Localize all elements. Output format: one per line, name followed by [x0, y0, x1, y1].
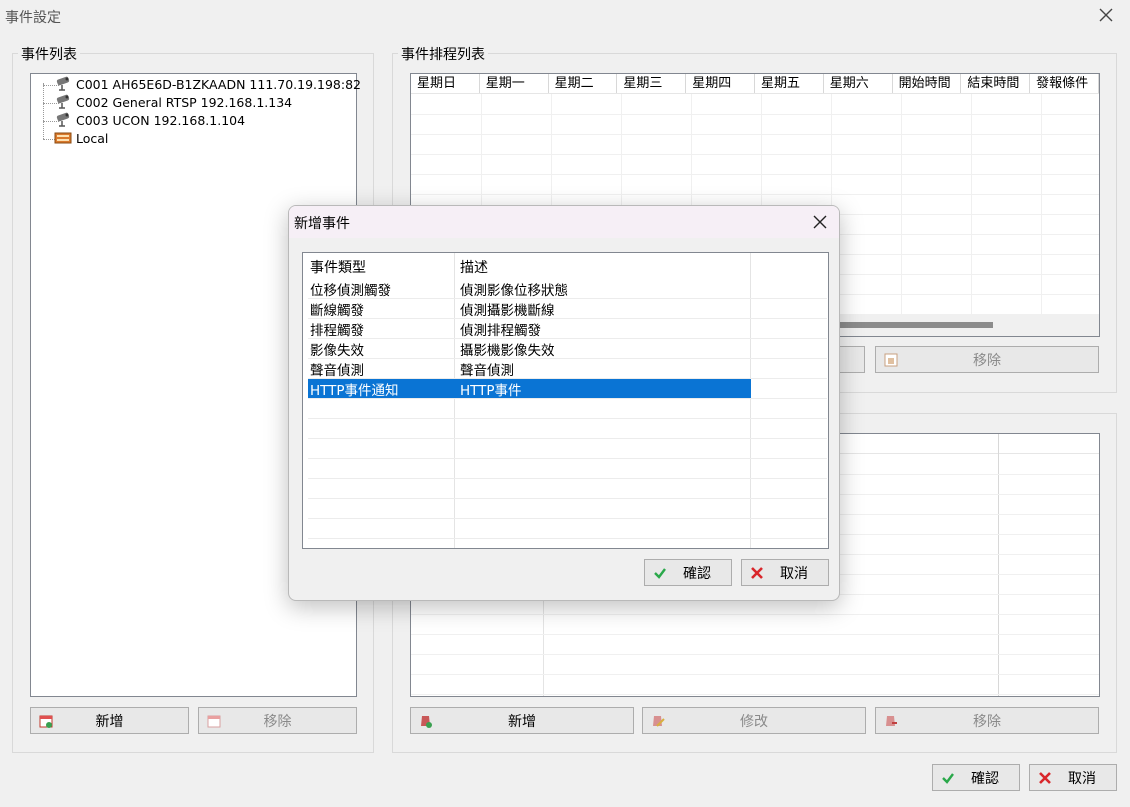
camera-icon [56, 94, 70, 109]
event-desc-cell: 偵測排程觸發 [460, 323, 541, 339]
event-type-row[interactable]: HTTP事件通知 HTTP事件 [308, 378, 751, 399]
event-desc-cell: HTTP事件 [460, 383, 522, 399]
event-type-row[interactable]: 排程觸發 偵測排程觸發 [308, 318, 751, 339]
event-desc-cell: 攝影機影像失效 [460, 343, 555, 359]
event-add-label: 新增 [95, 713, 124, 730]
check-icon [942, 773, 954, 784]
event-type-row[interactable]: 聲音偵測 聲音偵測 [308, 358, 751, 379]
event-type-row[interactable]: 斷線觸發 偵測攝影機斷線 [308, 298, 751, 319]
tree-item-label: C003 UCON 192.168.1.104 [76, 112, 246, 128]
schedule-column-header[interactable]: 星期六 [824, 74, 893, 93]
schedule-column-header[interactable]: 星期五 [755, 74, 824, 93]
col-header-type: 事件類型 [310, 260, 366, 276]
schedule-column-header[interactable]: 結束時間 [961, 74, 1031, 93]
footer-cancel-label: 取消 [1068, 770, 1096, 787]
action-edit-icon [653, 716, 665, 727]
action-remove-icon [886, 716, 897, 726]
event-type-list[interactable]: 事件類型 描述 位移偵測觸發 偵測影像位移狀態斷線觸發 偵測攝影機斷線排程觸發 偵測排… [302, 252, 829, 549]
schedule-column-header[interactable]: 開始時間 [893, 74, 962, 93]
tree-item[interactable]: C002 General RTSP 192.168.1.134 [44, 93, 292, 111]
action-edit-label: 修改 [740, 713, 768, 730]
event-remove-button[interactable]: 移除 [198, 707, 357, 734]
tree-item[interactable]: Local [44, 129, 108, 147]
footer-cancel-button[interactable]: 取消 [1029, 764, 1117, 791]
col-header-desc: 描述 [460, 260, 488, 276]
event-type-cell: 影像失效 [310, 343, 364, 359]
event-type-cell: 斷線觸發 [310, 303, 364, 319]
tree-item[interactable]: C001 AH65E6D-B1ZKAADN 111.70.19.198:82 [44, 75, 361, 93]
schedule-label: 事件排程列表 [398, 44, 488, 64]
schedule-remove-button[interactable]: 移除 [875, 346, 1099, 373]
dialog-title: 新增事件 [294, 216, 350, 232]
tree-item-label: Local [76, 130, 109, 146]
event-desc-cell: 聲音偵測 [460, 363, 514, 379]
event-type-row[interactable]: 位移偵測觸發 偵測影像位移狀態 [308, 278, 751, 299]
footer-ok-label: 確認 [971, 770, 999, 787]
title-bar: 事件設定 [0, 0, 1130, 30]
action-remove-label: 移除 [973, 713, 1001, 730]
event-add-button[interactable]: 新增 [30, 707, 189, 734]
action-add-button[interactable]: 新增 [410, 707, 634, 734]
action-remove-button[interactable]: 移除 [875, 707, 1099, 734]
action-add-icon [421, 716, 432, 728]
event-desc-cell: 偵測影像位移狀態 [460, 283, 568, 299]
dialog-cancel-button[interactable]: 取消 [741, 559, 829, 586]
dialog-title-bar: 新增事件 [289, 206, 839, 238]
cross-icon [1039, 772, 1051, 784]
camera-icon [56, 76, 70, 91]
calendar-add-icon [39, 715, 53, 728]
footer-ok-button[interactable]: 確認 [932, 764, 1020, 791]
close-icon[interactable] [1096, 5, 1116, 25]
local-device-icon [54, 132, 72, 144]
event-list-label: 事件列表 [18, 44, 80, 64]
event-type-cell: 位移偵測觸發 [310, 283, 391, 299]
event-desc-cell: 偵測攝影機斷線 [460, 303, 555, 319]
event-remove-label: 移除 [263, 713, 292, 730]
check-icon [654, 568, 666, 579]
schedule-remove-icon [884, 353, 898, 367]
event-type-cell: HTTP事件通知 [310, 383, 399, 399]
tree-item[interactable]: C003 UCON 192.168.1.104 [44, 111, 245, 129]
schedule-column-header[interactable]: 星期三 [617, 74, 687, 93]
schedule-column-header[interactable]: 星期四 [686, 74, 755, 93]
cross-icon [751, 567, 763, 579]
camera-icon [56, 112, 70, 127]
schedule-column-header[interactable]: 星期日 [411, 74, 480, 93]
schedule-header: 星期日 星期一 星期二 星期三 星期四 星期五 星期六 開始時間 結束時間 發報條件 [411, 74, 1099, 94]
dialog-close-icon[interactable] [811, 213, 829, 231]
action-edit-button[interactable]: 修改 [642, 707, 866, 734]
window-title: 事件設定 [5, 10, 61, 26]
calendar-remove-icon [207, 715, 221, 728]
schedule-column-header[interactable]: 星期二 [549, 74, 618, 93]
dialog-ok-button[interactable]: 確認 [644, 559, 732, 586]
dialog-cancel-label: 取消 [780, 565, 808, 582]
event-type-cell: 聲音偵測 [310, 363, 364, 379]
tree-item-label: C002 General RTSP 192.168.1.134 [76, 94, 293, 110]
schedule-remove-label: 移除 [973, 352, 1001, 369]
dialog-ok-label: 確認 [683, 565, 711, 582]
add-event-dialog: 新增事件 事件類型 描述 位移偵測觸發 偵測影像位移狀態 斷線觸發 偵測攝影機斷線 排程… [288, 205, 840, 601]
action-add-label: 新增 [508, 713, 536, 730]
event-type-row[interactable]: 影像失效 攝影機影像失效 [308, 338, 751, 359]
schedule-column-header[interactable]: 星期一 [480, 74, 549, 93]
event-type-cell: 排程觸發 [310, 323, 364, 339]
tree-item-label: C001 AH65E6D-B1ZKAADN 111.70.19.198:82 [76, 76, 361, 92]
schedule-column-header[interactable]: 發報條件 [1030, 74, 1099, 93]
